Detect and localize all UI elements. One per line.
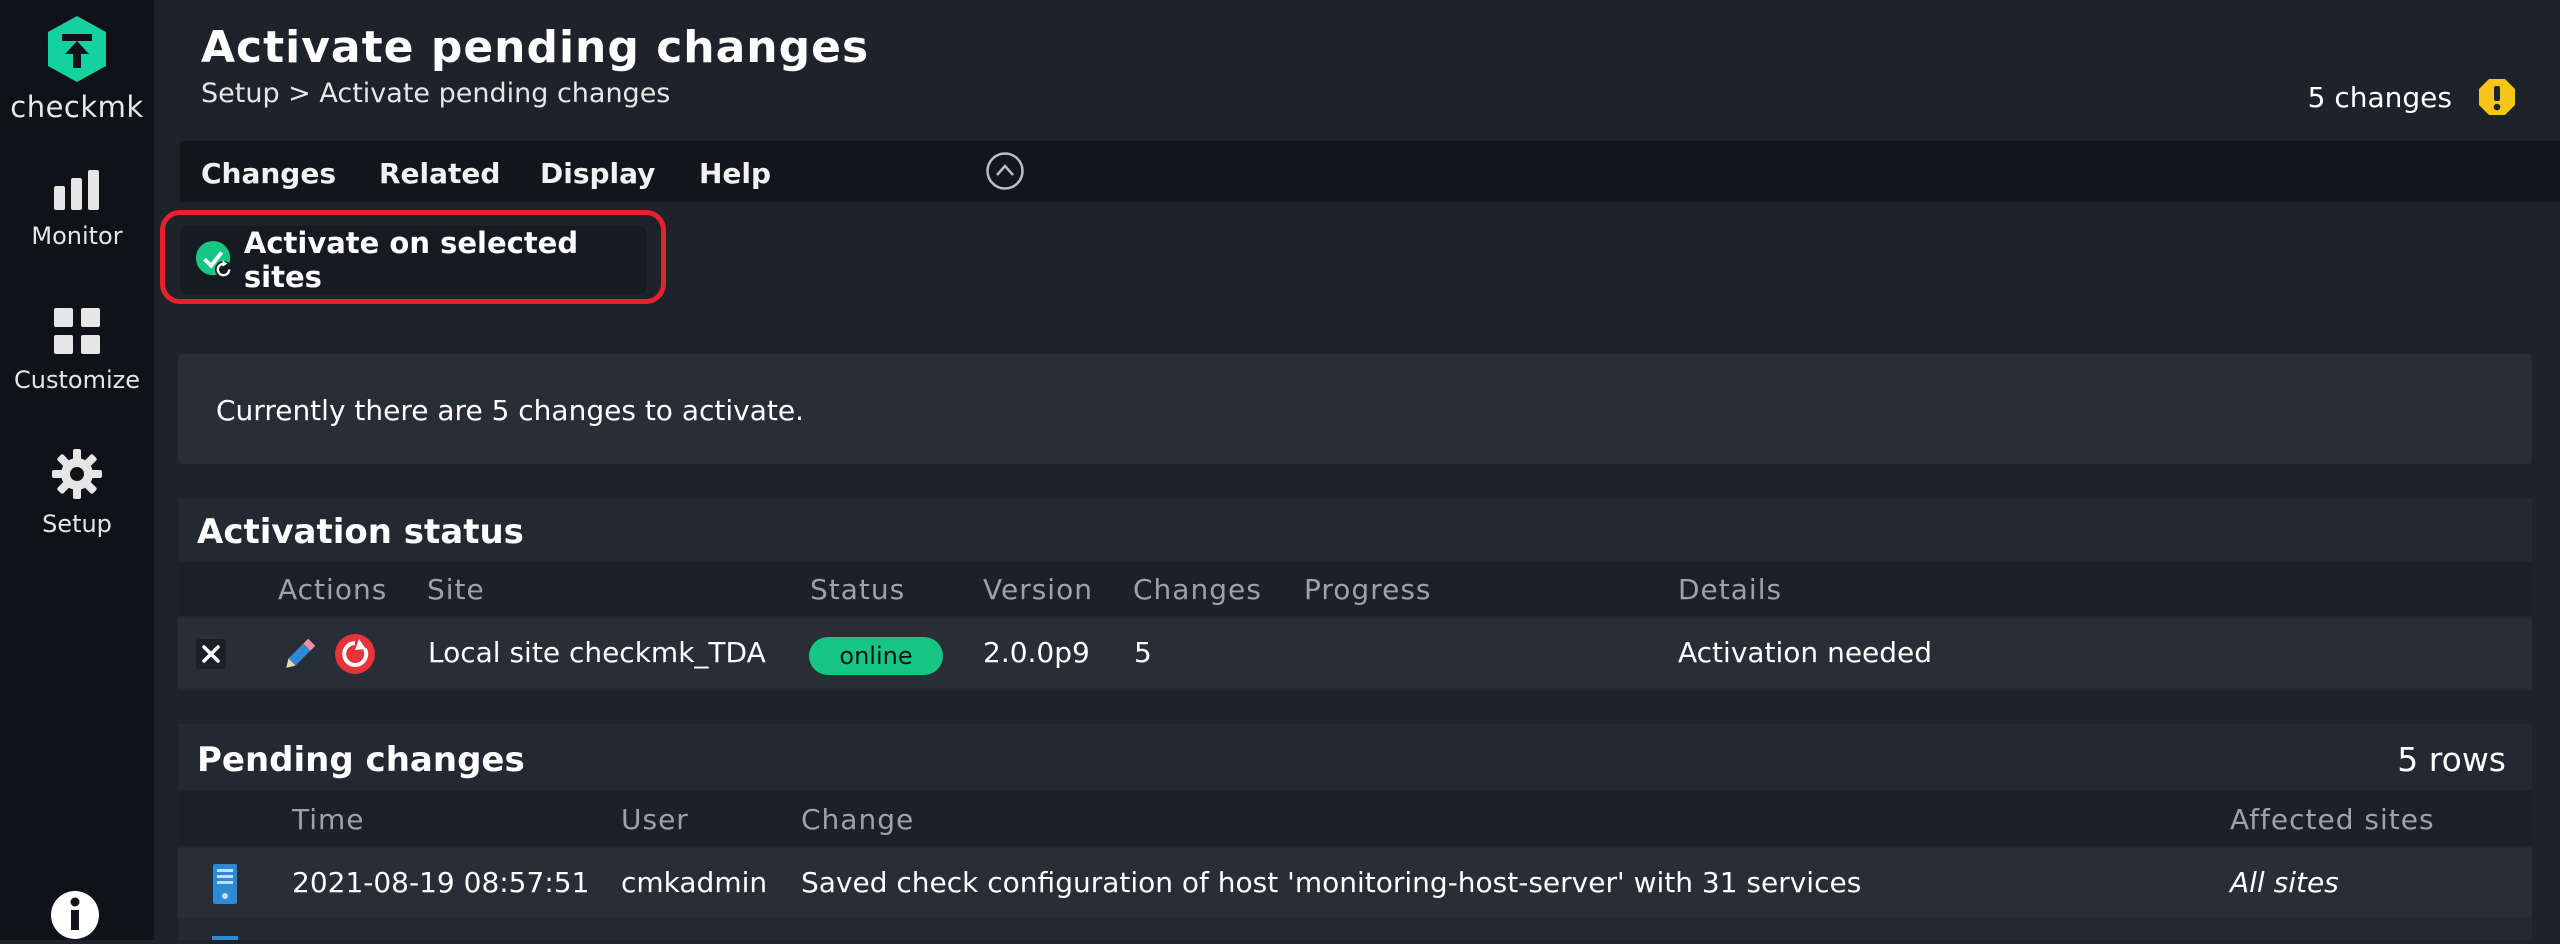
server-icon — [212, 863, 238, 909]
site-changes: 5 — [1134, 636, 1152, 669]
restart-site-icon[interactable] — [334, 633, 376, 679]
column-header-affected-sites[interactable]: Affected sites — [2230, 803, 2435, 836]
sidebar-item-label: Customize — [14, 366, 140, 394]
close-icon[interactable] — [196, 639, 226, 673]
column-header-change[interactable]: Change — [801, 803, 914, 836]
edit-pencil-icon[interactable] — [279, 635, 319, 679]
table-row: 2021-08-19 08:57:51 cmkadmin Saved check… — [178, 848, 2532, 918]
table-row: Local site checkmk_TDA online 2.0.0p9 5 … — [178, 618, 2532, 688]
change-user: cmkadmin — [621, 866, 768, 899]
menu-item-changes[interactable]: Changes — [201, 157, 336, 190]
info-icon[interactable] — [50, 890, 100, 944]
sidebar-item-monitor[interactable]: Monitor — [0, 168, 154, 250]
sidebar-item-label: Monitor — [31, 222, 123, 250]
column-header-actions: Actions — [278, 573, 388, 606]
sidebar-item-customize[interactable]: Customize — [0, 306, 154, 394]
column-header-time[interactable]: Time — [292, 803, 365, 836]
site-version: 2.0.0p9 — [983, 636, 1090, 669]
checkmk-logo-icon — [48, 16, 106, 82]
column-header-status[interactable]: Status — [810, 573, 905, 606]
change-affected-sites: All sites — [2230, 866, 2339, 899]
server-icon — [212, 936, 238, 940]
grid-icon — [54, 308, 100, 354]
column-header-version[interactable]: Version — [983, 573, 1093, 606]
sidebar-item-setup[interactable]: Setup — [0, 448, 154, 538]
page-title: Activate pending changes — [201, 22, 870, 73]
gear-icon — [52, 449, 102, 499]
column-header-site[interactable]: Site — [427, 573, 485, 606]
activate-on-selected-sites-button[interactable]: Activate on selected sites — [180, 226, 646, 294]
collapse-menu-icon[interactable] — [985, 151, 1025, 195]
change-time: 2021-08-19 08:57:51 — [292, 866, 590, 899]
change-description: Saved check configuration of host 'monit… — [801, 866, 1862, 899]
bar-chart-icon — [54, 170, 99, 210]
info-message-box: Currently there are 5 changes to activat… — [178, 354, 2532, 464]
site-details: Activation needed — [1678, 636, 1933, 669]
activation-status-panel: Activation status Actions Site Status Ve… — [178, 498, 2532, 690]
column-header-progress: Progress — [1304, 573, 1432, 606]
menu-item-related[interactable]: Related — [379, 157, 500, 190]
pending-changes-panel: Pending changes 5 rows Time User Change … — [178, 724, 2532, 940]
activation-status-title: Activation status — [197, 512, 524, 552]
rows-count: 5 rows — [2397, 740, 2506, 779]
column-header-changes[interactable]: Changes — [1133, 573, 1262, 606]
breadcrumb[interactable]: Setup > Activate pending changes — [201, 78, 670, 109]
activation-status-header: Actions Site Status Version Changes Prog… — [178, 562, 2532, 616]
column-header-details: Details — [1678, 573, 1783, 606]
sidebar-item-label: Setup — [42, 510, 112, 538]
checkmk-logo[interactable]: checkmk — [0, 14, 154, 124]
menu-item-help[interactable]: Help — [699, 157, 771, 190]
menu-item-display[interactable]: Display — [540, 157, 655, 190]
column-header-user[interactable]: User — [621, 803, 689, 836]
warning-icon[interactable] — [2478, 78, 2516, 120]
activate-check-icon — [195, 240, 233, 279]
pending-changes-header: Time User Change Affected sites — [178, 790, 2532, 846]
site-name: Local site checkmk_TDA — [428, 636, 766, 669]
menu-bar: Changes Related Display Help — [180, 141, 2560, 202]
logo-text: checkmk — [10, 90, 144, 124]
pending-changes-title: Pending changes — [197, 740, 525, 780]
info-message: Currently there are 5 changes to activat… — [216, 394, 804, 427]
changes-count-label[interactable]: 5 changes — [2308, 81, 2452, 114]
status-badge: online — [809, 637, 943, 675]
activate-button-label: Activate on selected sites — [243, 226, 579, 294]
sidebar: checkmk Monitor Customize Setup — [0, 0, 156, 940]
